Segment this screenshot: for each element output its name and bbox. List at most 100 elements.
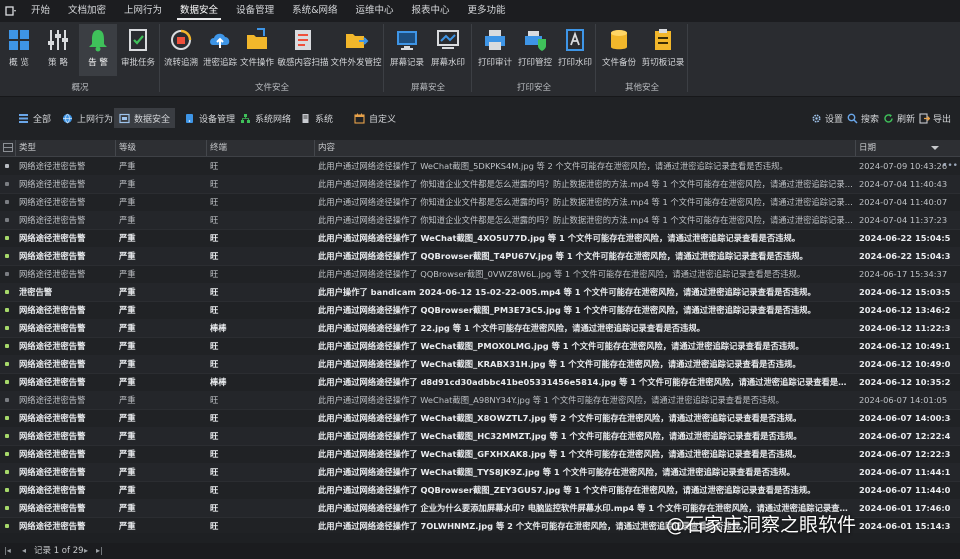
table-row[interactable]: 网络途径泄密告警 严重 旺 此用户通过网络途径操作了 WeChat截图_X8OWZTL…: [0, 409, 960, 428]
column-header-level[interactable]: 等级: [115, 140, 207, 156]
network-icon: [241, 113, 250, 123]
leak-trace-button[interactable]: 泄密追踪: [201, 24, 239, 76]
table-row[interactable]: 网络途径泄密告警 严重 旺 此用户通过网络途径操作了 QQBrowser截图_ZEY3…: [0, 481, 960, 500]
print-watermark-icon: [566, 29, 584, 51]
file-backup-label: 文件备份: [601, 58, 636, 68]
refresh-icon: [884, 113, 893, 123]
filter-web-behavior-button[interactable]: 上网行为: [58, 108, 117, 128]
refresh-label: 刷新: [897, 114, 916, 125]
row-status-icon: [5, 470, 9, 474]
print-watermark-label: 打印水印: [557, 58, 592, 68]
cell-terminal: 旺: [210, 485, 219, 495]
approval-task-button[interactable]: 审批任务: [119, 24, 157, 76]
filter-data-security-button[interactable]: 数据安全: [114, 108, 176, 128]
menu-doc-encrypt[interactable]: 文档加密: [59, 0, 115, 22]
status-bar: |◂ ◂ 记录 1 of 29 ▸ ▸|: [0, 543, 960, 559]
menu-system-network[interactable]: 系统&网络: [283, 0, 346, 22]
screen-record-button[interactable]: 屏幕记录: [388, 24, 426, 76]
cell-date: 2024-06-07 11:44:17: [859, 467, 951, 477]
filter-device-mgmt-button[interactable]: 设备管理: [180, 108, 239, 128]
table-row[interactable]: 网络途径泄密告警 严重 旺 此用户通过网络途径操作了 WeChat截图_HC32MMZ…: [0, 427, 960, 446]
table-row[interactable]: 网络途径泄密告警 严重 旺 此用户通过网络途径操作了 QQBrowser截图_PM3E…: [0, 301, 960, 320]
menu-more[interactable]: 更多功能: [459, 0, 515, 22]
table-row[interactable]: 网络途径泄密告警 严重 旺 此用户通过网络途径操作了 WeChat截图_GFXHXAK…: [0, 445, 960, 464]
column-header-content[interactable]: 内容: [314, 140, 855, 156]
cell-type: 网络途径泄密告警: [19, 413, 86, 423]
overview-button[interactable]: 概 览: [2, 24, 36, 76]
cell-date: 2024-06-22 15:04:31: [859, 251, 951, 261]
table-row[interactable]: 网络途径泄密告警 严重 棒棒 此用户通过网络途径操作了 22.jpg 等 1 个文件可…: [0, 319, 960, 338]
app-menu-icon[interactable]: [0, 0, 22, 22]
nav-last-button[interactable]: ▸|: [96, 543, 103, 559]
cell-type: 网络途径泄密告警: [19, 395, 86, 405]
menu-ops-center[interactable]: 运维中心: [347, 0, 403, 22]
clipboard-record-button[interactable]: 剪切板记录: [640, 24, 686, 76]
cell-content: 此用户通过网络途径操作了 WeChat截图_KRABX31H.jpg 等 1 个…: [318, 359, 801, 369]
table-row[interactable]: 网络途径泄密告警 严重 旺 此用户通过网络途径操作了 WeChat截图_A98NY34…: [0, 391, 960, 410]
policy-button[interactable]: 策 略: [40, 24, 76, 76]
print-watermark-button[interactable]: 打印水印: [556, 24, 594, 76]
filter-all-label: 全部: [33, 114, 52, 125]
column-header-terminal[interactable]: 终端: [206, 140, 314, 156]
menu-web-behavior[interactable]: 上网行为: [115, 0, 171, 22]
overview-label: 概 览: [9, 58, 29, 68]
cell-content: 此用户通过网络途径操作了 你知道企业文件都是怎么泄露的吗？防止数据泄密的方法.m…: [318, 179, 854, 189]
column-header-type[interactable]: 类型: [15, 140, 116, 156]
nav-first-button[interactable]: |◂: [4, 543, 11, 559]
cell-date: 2024-06-07 14:01:05: [859, 395, 948, 405]
filter-system-button[interactable]: 系统: [296, 108, 337, 128]
settings-button[interactable]: 设置: [811, 108, 843, 128]
cell-level: 严重: [119, 179, 136, 189]
menu-data-security[interactable]: 数据安全: [171, 0, 227, 22]
cell-level: 严重: [119, 359, 136, 369]
file-outbound-button[interactable]: 文件外发管控: [331, 24, 382, 76]
cell-content: 此用户通过网络途径操作了 QQBrowser截图_T4PU67V.jpg 等 1…: [318, 251, 808, 261]
cell-terminal: 旺: [210, 359, 219, 369]
export-button[interactable]: 导出: [919, 108, 951, 128]
table-row[interactable]: 网络途径泄密告警 严重 旺 此用户通过网络途径操作了 你知道企业文件都是怎么泄露的吗？…: [0, 193, 960, 212]
table-row[interactable]: 网络途径泄密告警 严重 旺 此用户通过网络途径操作了 你知道企业文件都是怎么泄露的吗？…: [0, 211, 960, 230]
menu-device-mgmt[interactable]: 设备管理: [227, 0, 283, 22]
filter-custom-button[interactable]: 自定义: [350, 108, 400, 128]
nav-prev-button[interactable]: ◂: [22, 543, 26, 559]
table-row[interactable]: 网络途径泄密告警 严重 旺 此用户通过网络途径操作了 QQBrowser截图_0VWZ…: [0, 265, 960, 284]
table-row[interactable]: 网络途径泄密告警 严重 旺 此用户通过网络途径操作了 WeChat截图_PMOX0LM…: [0, 337, 960, 356]
cell-type: 网络途径泄密告警: [19, 431, 86, 441]
file-backup-button[interactable]: 文件备份: [600, 24, 638, 76]
cell-content: 此用户通过网络途径操作了 WeChat截图_5DKPKS4M.jpg 等 2 个…: [318, 161, 788, 171]
table-row[interactable]: 网络途径泄密告警 严重 旺 此用户通过网络途径操作了 WeChat截图_TYS8JK9…: [0, 463, 960, 482]
cell-type: 网络途径泄密告警: [19, 467, 86, 477]
file-operation-button[interactable]: 文件操作: [240, 24, 274, 76]
print-control-label: 打印管控: [517, 58, 552, 68]
print-audit-button[interactable]: 打印审计: [476, 24, 514, 76]
print-audit-icon: [485, 30, 505, 50]
filter-all-button[interactable]: 全部: [14, 108, 55, 128]
refresh-button[interactable]: 刷新: [883, 108, 915, 128]
print-audit-label: 打印审计: [477, 58, 512, 68]
sort-chevron-down-icon[interactable]: [931, 146, 939, 150]
sensitive-scan-button[interactable]: 敏感内容扫描: [276, 24, 330, 76]
cell-type: 网络途径泄密告警: [19, 251, 86, 261]
ribbon-group-print-security: 打印审计 打印管控 打印水印 打印安全: [472, 22, 596, 96]
search-button[interactable]: 搜索: [847, 108, 879, 128]
file-trace-button[interactable]: 流转追溯: [162, 24, 200, 76]
row-selector-header[interactable]: [0, 140, 15, 156]
table-row[interactable]: 网络途径泄密告警 严重 旺 此用户通过网络途径操作了 WeChat截图_4XO5U77…: [0, 229, 960, 248]
screen-watermark-button[interactable]: 屏幕水印: [428, 24, 468, 76]
table-row[interactable]: 网络途径泄密告警 严重 旺 此用户通过网络途径操作了 WeChat截图_5DKPKS4…: [0, 157, 960, 176]
table-row[interactable]: 网络途径泄密告警 严重 旺 此用户通过网络途径操作了 WeChat截图_KRABX31…: [0, 355, 960, 374]
table-row[interactable]: 网络途径泄密告警 严重 棒棒 此用户通过网络途径操作了 d8d91cd30adbbc4…: [0, 373, 960, 392]
row-more-icon[interactable]: •••: [942, 157, 958, 175]
print-control-button[interactable]: 打印管控: [516, 24, 554, 76]
group-label-other-security: 其他安全: [624, 83, 659, 93]
column-header-date[interactable]: 日期: [855, 140, 960, 156]
file-outbound-icon: [346, 34, 369, 48]
table-row[interactable]: 网络途径泄密告警 严重 旺 此用户通过网络途径操作了 QQBrowser截图_T4PU…: [0, 247, 960, 266]
nav-next-button[interactable]: ▸: [84, 543, 88, 559]
table-row[interactable]: 网络途径泄密告警 严重 旺 此用户通过网络途径操作了 你知道企业文件都是怎么泄露的吗？…: [0, 175, 960, 194]
table-row[interactable]: 泄密告警 严重 旺 此用户操作了 bandicam 2024-06-12 15-02-…: [0, 283, 960, 302]
menu-start[interactable]: 开始: [22, 0, 59, 22]
menu-report-center[interactable]: 报表中心: [403, 0, 459, 22]
alarm-button[interactable]: 告 警: [79, 24, 117, 76]
filter-system-network-button[interactable]: 系统网络: [236, 108, 295, 128]
